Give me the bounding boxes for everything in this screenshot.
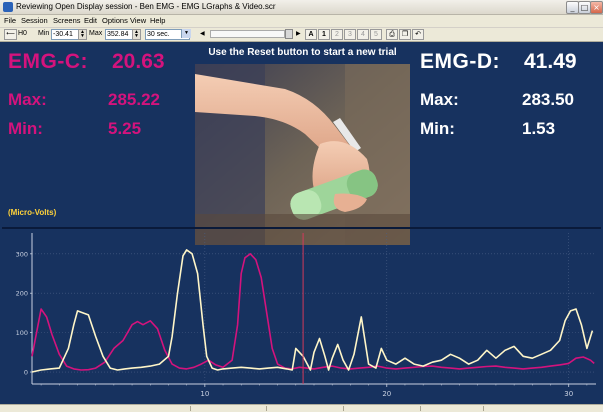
window-title-bar[interactable]: Reviewing Open Display session - Ben EMG… (0, 0, 603, 15)
scroll-left-icon[interactable]: ◀ (200, 29, 205, 39)
emg-d-max-label: Max: (420, 90, 459, 109)
emg-c-label: EMG-C: (8, 50, 88, 73)
undo-icon[interactable]: ↶ (412, 29, 424, 40)
zoom-h-label[interactable]: H0 (18, 29, 27, 39)
series-line-emg-c (31, 252, 595, 371)
step-back-button[interactable]: ⟵ (4, 29, 17, 40)
emg-display: EMG-C: 20.63 Max: 285.22 Min: 5.25 Use t… (0, 42, 603, 404)
print-icon[interactable]: ⎙ (386, 29, 398, 40)
series-line-emg-d (31, 249, 594, 373)
menu-options[interactable]: Options (102, 16, 128, 26)
status-divider (343, 406, 344, 411)
status-divider (483, 406, 484, 411)
timespan-dropdown-icon[interactable]: ▼ (181, 29, 191, 38)
emg-d-min-value: 1.53 (522, 119, 556, 138)
menu-help[interactable]: Help (150, 16, 165, 26)
video-image (195, 64, 410, 245)
video-frame (195, 64, 410, 245)
y-tick-label: 200 (16, 290, 28, 298)
emg-chart[interactable]: 0 100 200 300 10 20 30 (2, 229, 601, 402)
menu-file[interactable]: File (4, 16, 16, 26)
menu-bar: File Session Screens Edit Options View H… (0, 15, 603, 27)
max-input[interactable]: 352.84 (105, 29, 134, 40)
scroll-right-icon[interactable]: ▶ (296, 29, 301, 39)
scroll-track[interactable] (210, 30, 285, 38)
max-label: Max (89, 30, 103, 37)
page-3-button[interactable]: 3 (344, 29, 356, 40)
x-tick-label: 20 (382, 390, 391, 398)
menu-view[interactable]: View (130, 16, 146, 26)
min-spinner[interactable]: ▲ ▼ (78, 29, 87, 40)
page-2-button[interactable]: 2 (331, 29, 343, 40)
copy-icon[interactable]: ❐ (399, 29, 411, 40)
emg-d-label: EMG-D: (420, 50, 500, 73)
status-divider (190, 406, 191, 411)
emg-d-value: 41.49 (524, 50, 577, 73)
emg-graph[interactable]: 0 100 200 300 10 20 30 (2, 227, 601, 404)
y-tick-label: 300 (16, 250, 28, 258)
toolbar: ⟵ H0 Min -30.41 ▲ ▼ Max 352.84 ▲ ▼ 30 sec.… (0, 28, 603, 42)
min-input[interactable]: -30.41 (51, 29, 80, 40)
x-tick-label: 30 (564, 390, 573, 398)
page-1-button[interactable]: 1 (318, 29, 330, 40)
emg-d-max-value: 283.50 (522, 90, 574, 109)
page-4-button[interactable]: 4 (357, 29, 369, 40)
status-divider (420, 406, 421, 411)
instruction-text: Use the Reset button to start a new tria… (208, 47, 397, 58)
emg-c-max-label: Max: (8, 90, 47, 109)
unit-label: (Micro-Volts) (8, 208, 57, 217)
status-divider (266, 406, 267, 411)
emg-c-max-value: 285.22 (108, 90, 160, 109)
emg-d-min-label: Min: (420, 119, 455, 138)
page-5-button[interactable]: 5 (370, 29, 382, 40)
scroll-thumb[interactable] (285, 29, 293, 39)
app-icon (3, 2, 13, 12)
y-tick-label: 100 (16, 329, 28, 337)
y-tick-label: 0 (24, 369, 28, 377)
emg-c-min-label: Min: (8, 119, 43, 138)
close-button[interactable]: × (590, 1, 603, 14)
menu-session[interactable]: Session (21, 16, 48, 26)
text-button[interactable]: A (305, 29, 317, 40)
max-spinner[interactable]: ▲ ▼ (132, 29, 141, 40)
emg-c-value: 20.63 (112, 50, 165, 73)
min-label: Min (38, 30, 50, 37)
window-title: Reviewing Open Display session - Ben EMG… (16, 2, 276, 11)
x-tick-label: 10 (200, 390, 209, 398)
menu-edit[interactable]: Edit (84, 16, 97, 26)
menu-screens[interactable]: Screens (53, 16, 81, 26)
emg-c-min-value: 5.25 (108, 119, 142, 138)
